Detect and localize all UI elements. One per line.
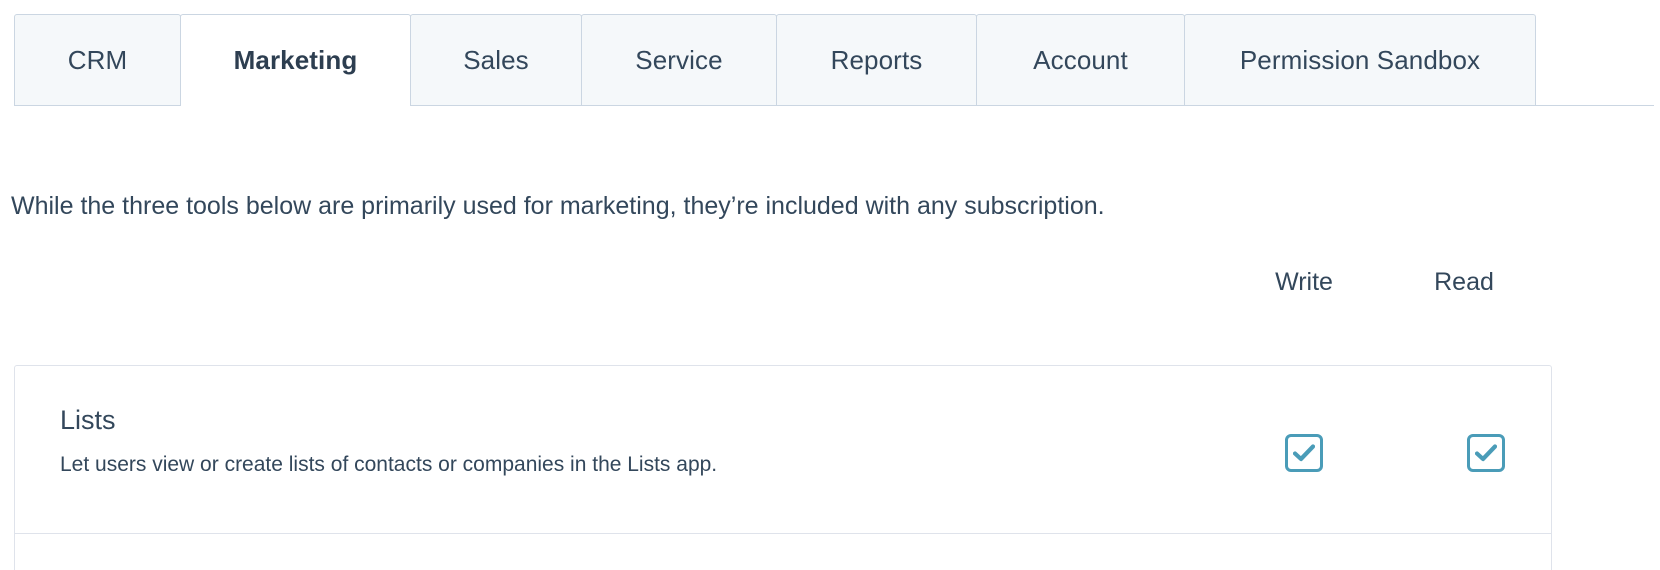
tab-marketing[interactable]: Marketing <box>180 14 411 107</box>
tab-sales[interactable]: Sales <box>410 14 582 106</box>
permission-row-lists: Lists Let users view or create lists of … <box>15 366 1551 534</box>
permission-description: Let users view or create lists of contac… <box>60 453 718 476</box>
tab-reports[interactable]: Reports <box>776 14 977 106</box>
tab-bar: CRM Marketing Sales Service Reports Acco… <box>14 14 1660 107</box>
permission-title: Lists <box>60 405 116 435</box>
tab-label: Account <box>1033 45 1128 75</box>
checkbox-lists-write[interactable] <box>1285 434 1323 472</box>
checkmark-icon <box>1475 444 1497 462</box>
column-headers: Write Read <box>0 264 1660 304</box>
column-header-read: Read <box>1434 268 1494 296</box>
tab-account[interactable]: Account <box>976 14 1185 106</box>
permission-row-text: Lists Let users view or create lists of … <box>60 403 717 479</box>
checkmark-icon <box>1293 444 1315 462</box>
tab-label: CRM <box>67 45 128 75</box>
checkbox-lists-read[interactable] <box>1467 434 1505 472</box>
tab-label: Sales <box>463 45 529 75</box>
intro-text: While the three tools below are primaril… <box>11 192 1105 220</box>
permissions-card: Lists Let users view or create lists of … <box>14 365 1552 570</box>
tab-label: Service <box>635 45 723 75</box>
tab-label: Permission Sandbox <box>1239 45 1481 75</box>
column-header-write: Write <box>1275 268 1333 296</box>
tab-service[interactable]: Service <box>581 14 777 106</box>
tab-label: Reports <box>830 45 923 75</box>
tab-crm[interactable]: CRM <box>14 14 181 106</box>
tab-label: Marketing <box>233 45 358 75</box>
tab-permission-sandbox[interactable]: Permission Sandbox <box>1184 14 1536 106</box>
